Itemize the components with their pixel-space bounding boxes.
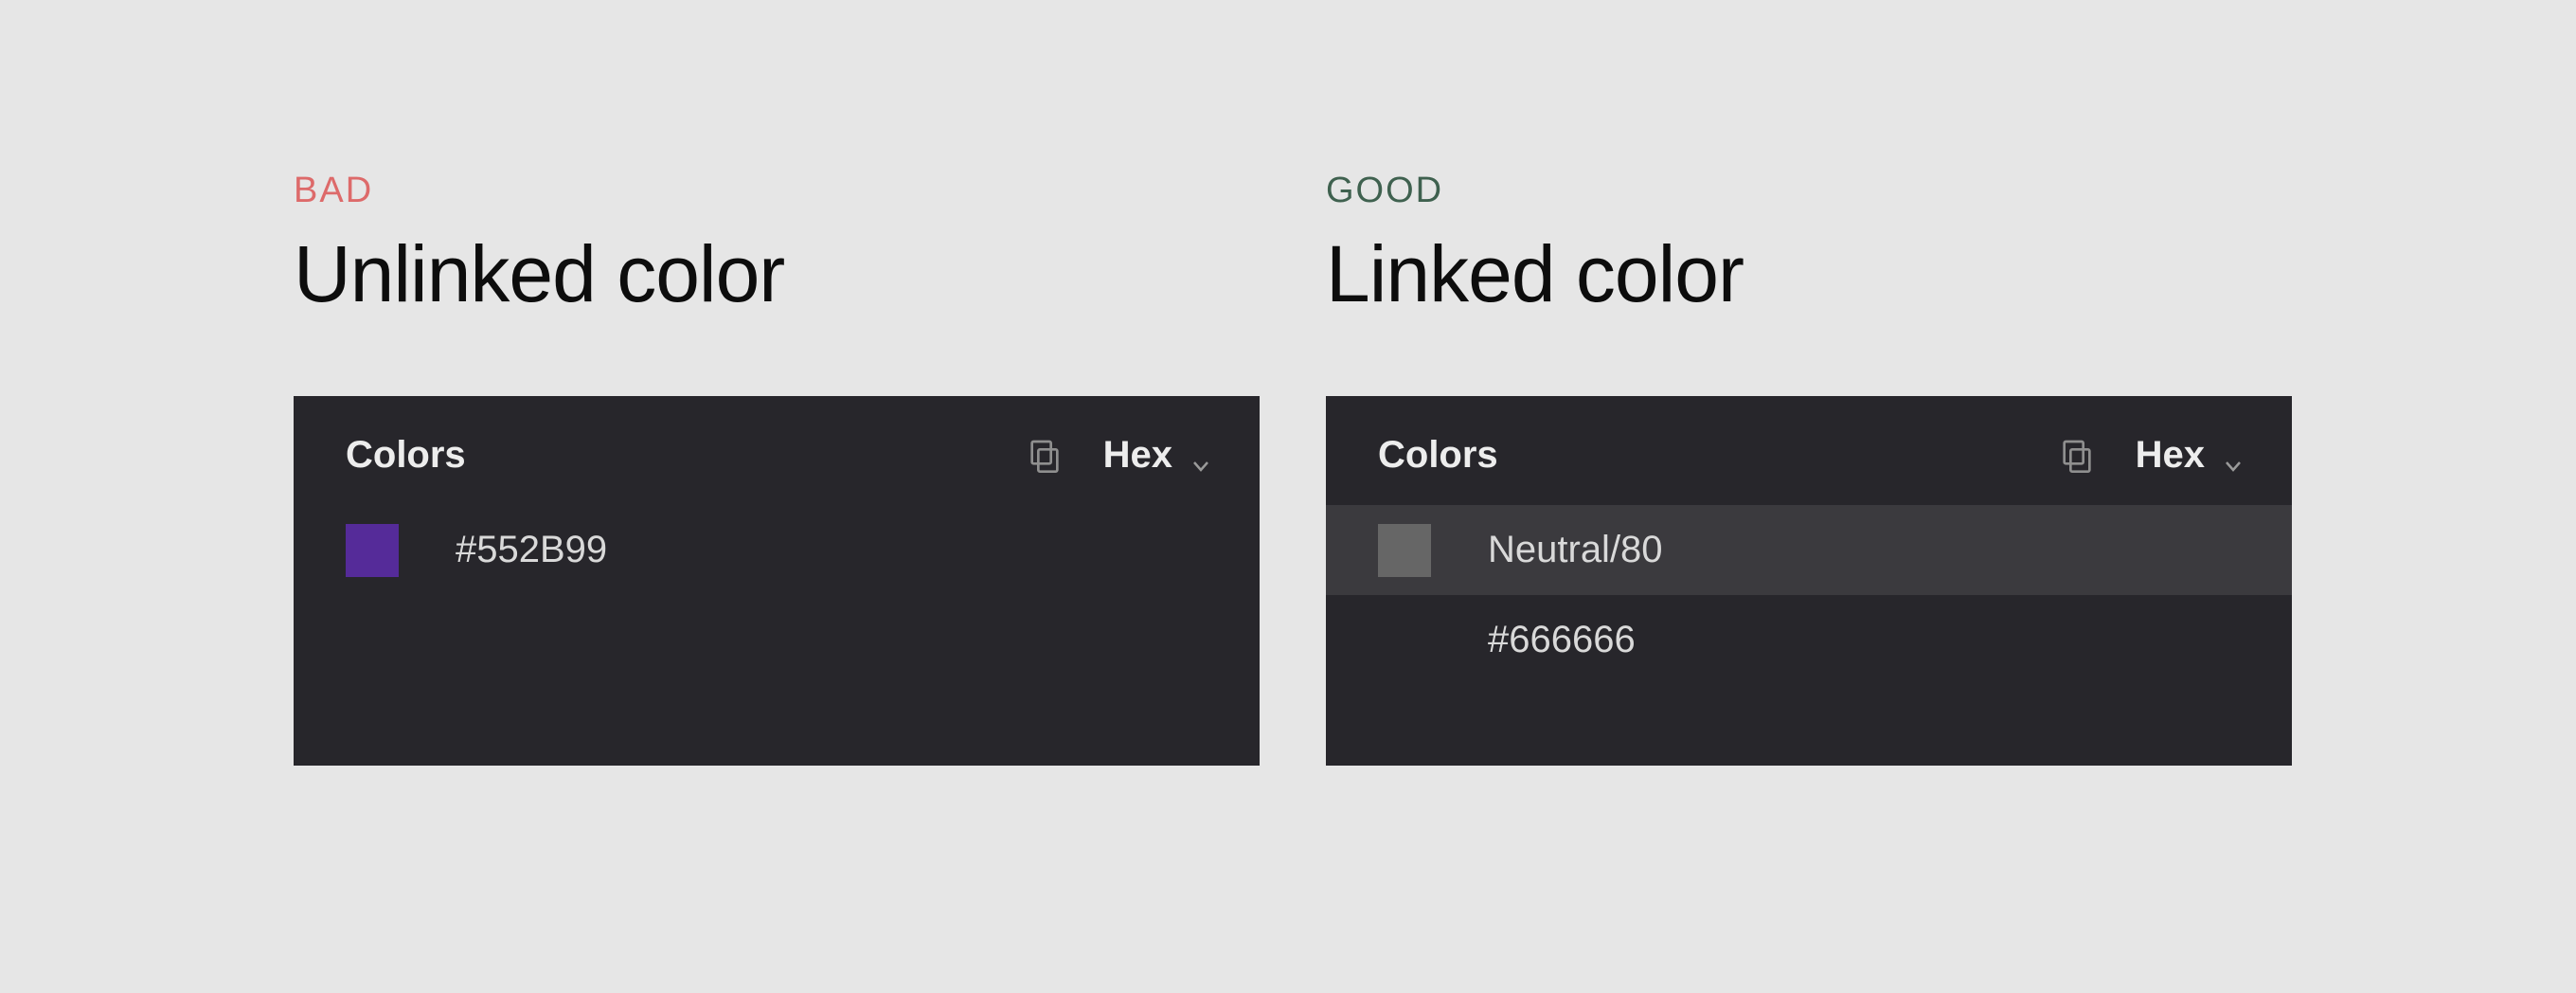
color-value: #552B99 bbox=[456, 529, 607, 571]
color-token-name: Neutral/80 bbox=[1488, 529, 1663, 571]
format-label: Hex bbox=[1103, 434, 1172, 477]
color-hex-value: #666666 bbox=[1488, 619, 1636, 661]
panel-title: Colors bbox=[1378, 434, 2058, 477]
color-swatch bbox=[346, 524, 399, 577]
copy-icon[interactable] bbox=[1026, 437, 1064, 475]
panel-title: Colors bbox=[346, 434, 1026, 477]
panel-header: Colors Hex bbox=[294, 396, 1260, 505]
chevron-down-icon bbox=[1190, 444, 1212, 467]
format-label: Hex bbox=[2136, 434, 2205, 477]
bad-example: BAD Unlinked color Colors Hex bbox=[294, 171, 1260, 766]
good-colors-panel: Colors Hex bbox=[1326, 396, 2292, 766]
color-hex-row[interactable]: #666666 bbox=[1326, 595, 2292, 685]
color-token-row[interactable]: Neutral/80 bbox=[1326, 505, 2292, 595]
bad-colors-panel: Colors Hex bbox=[294, 396, 1260, 766]
format-dropdown[interactable]: Hex bbox=[1103, 434, 1212, 477]
good-example: GOOD Linked color Colors Hex bbox=[1326, 171, 2292, 766]
chevron-down-icon bbox=[2222, 444, 2245, 467]
good-title: Linked color bbox=[1326, 228, 2292, 320]
panel-header: Colors Hex bbox=[1326, 396, 2292, 505]
bad-title: Unlinked color bbox=[294, 228, 1260, 320]
bad-tag: BAD bbox=[294, 171, 1260, 211]
color-swatch bbox=[1378, 524, 1431, 577]
color-row[interactable]: #552B99 bbox=[294, 505, 1260, 595]
good-tag: GOOD bbox=[1326, 171, 2292, 211]
copy-icon[interactable] bbox=[2058, 437, 2096, 475]
format-dropdown[interactable]: Hex bbox=[2136, 434, 2245, 477]
